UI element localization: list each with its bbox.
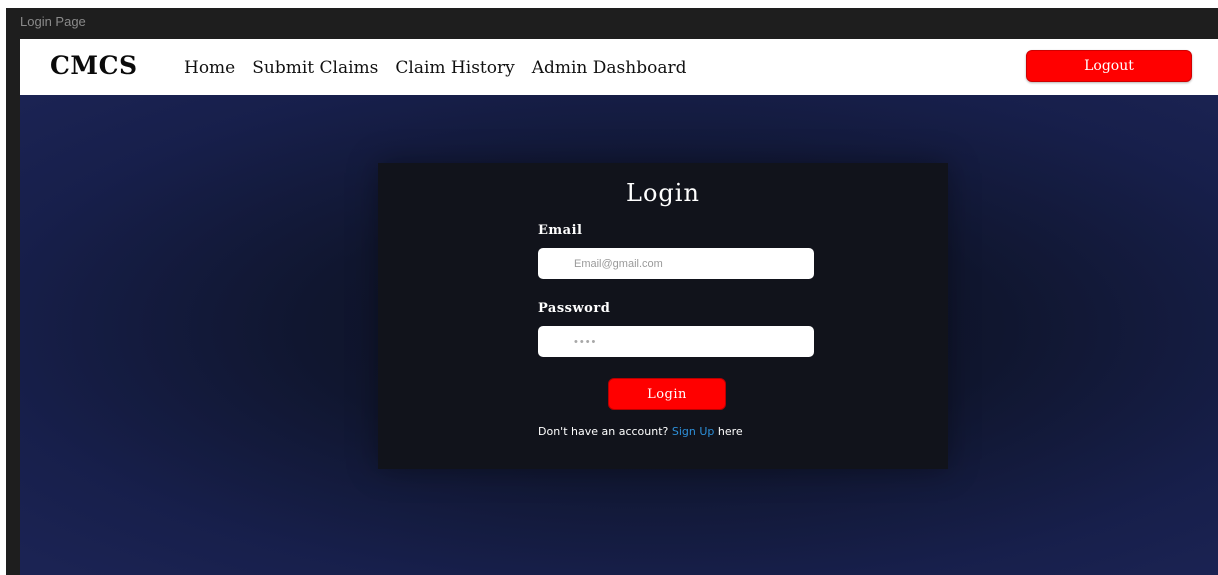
nav-link-home[interactable]: Home <box>184 58 235 78</box>
signup-prompt: Don't have an account? Sign Up here <box>538 425 743 438</box>
navbar: CMCS Home Submit Claims Claim History Ad… <box>20 39 1218 95</box>
nav-link-claim-history[interactable]: Claim History <box>395 58 514 78</box>
login-title: Login <box>626 179 700 207</box>
signup-prefix: Don't have an account? <box>538 425 669 438</box>
password-label: Password <box>538 301 611 316</box>
nav-link-submit-claims[interactable]: Submit Claims <box>252 58 378 78</box>
page-viewport: CMCS Home Submit Claims Claim History Ad… <box>20 39 1218 575</box>
signup-link[interactable]: Sign Up <box>672 425 715 438</box>
email-input[interactable] <box>538 248 814 279</box>
window-title: Login Page <box>20 14 86 29</box>
password-input[interactable] <box>538 326 814 357</box>
email-label: Email <box>538 223 583 238</box>
app-window: Login Page CMCS Home Submit Claims Claim… <box>6 8 1218 575</box>
nav-links: Home Submit Claims Claim History Admin D… <box>184 58 704 78</box>
login-button[interactable]: Login <box>608 378 726 410</box>
login-card: Login Email Password Login Don't have an… <box>378 163 948 469</box>
signup-suffix: here <box>717 425 743 438</box>
nav-link-admin-dashboard[interactable]: Admin Dashboard <box>532 58 687 78</box>
brand-logo[interactable]: CMCS <box>50 51 138 80</box>
logout-button[interactable]: Logout <box>1026 50 1192 82</box>
